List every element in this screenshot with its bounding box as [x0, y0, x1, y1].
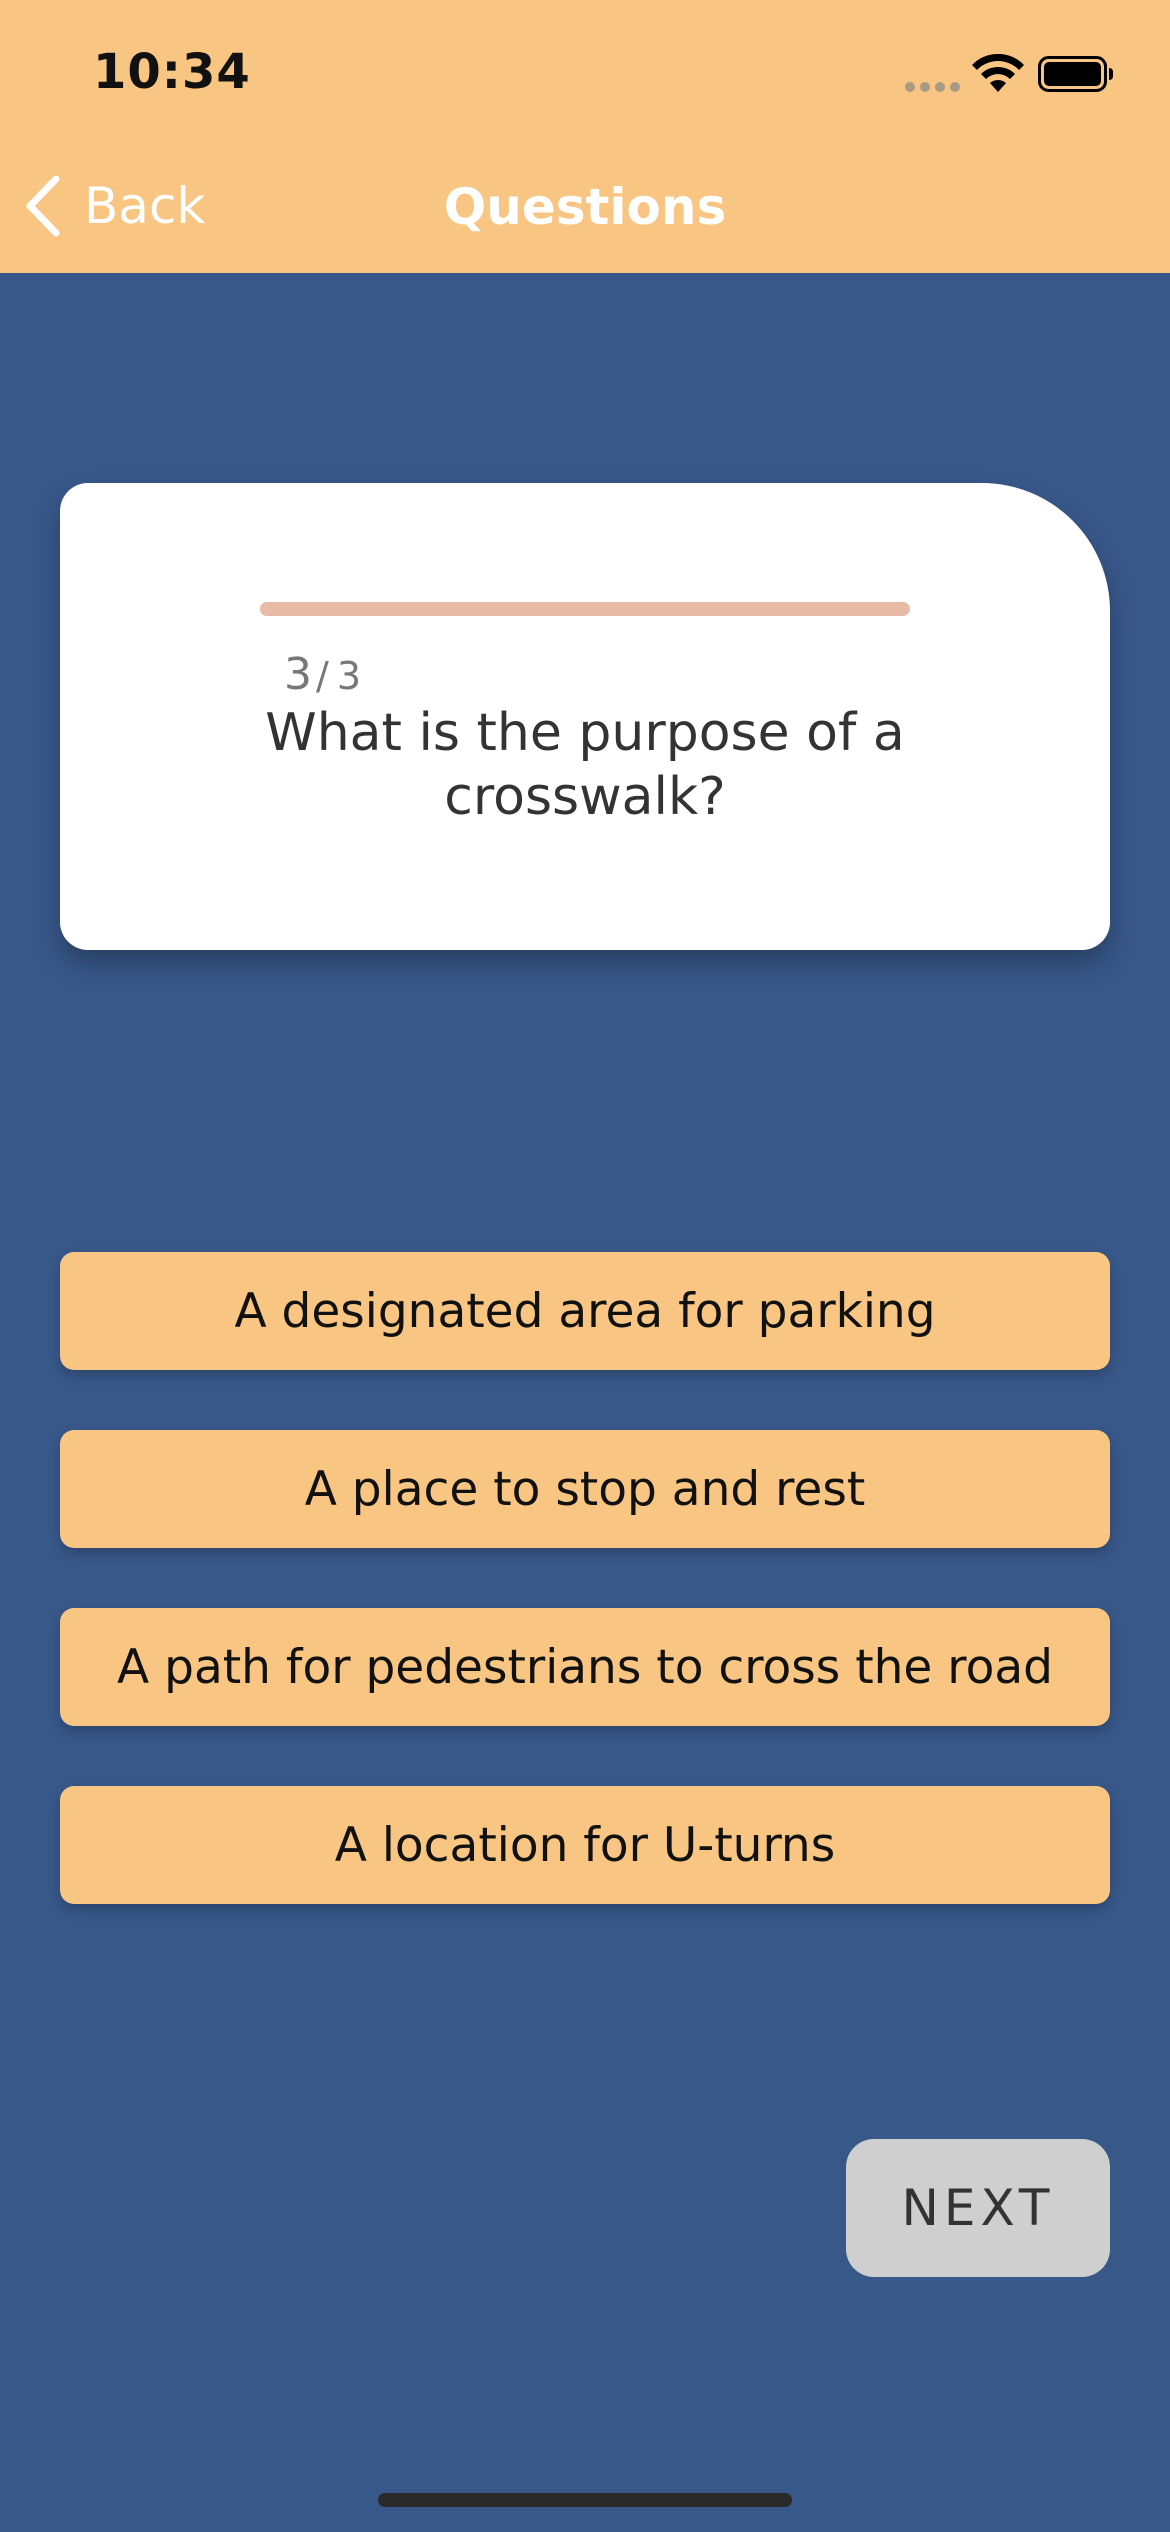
navigation-bar: Back Questions [0, 140, 1170, 273]
answer-option-1[interactable]: A designated area for parking [60, 1252, 1110, 1370]
question-progress-bar [260, 602, 910, 616]
question-total-number: 3 [336, 654, 361, 698]
question-progress-fill [260, 602, 910, 616]
question-counter: 3 / 3 [284, 649, 361, 700]
status-bar: 10:34 [0, 0, 1170, 140]
status-time: 10:34 [93, 44, 251, 100]
battery-icon [1038, 56, 1113, 92]
question-text: What is the purpose of a crosswalk? [265, 703, 905, 827]
answer-option-4[interactable]: A location for U-turns [60, 1786, 1110, 1904]
page-title: Questions [443, 178, 727, 236]
wifi-icon [972, 54, 1024, 92]
answer-option-2[interactable]: A place to stop and rest [60, 1430, 1110, 1548]
question-current-number: 3 [284, 649, 312, 700]
answer-option-3[interactable]: A path for pedestrians to cross the road [60, 1608, 1110, 1726]
question-counter-separator: / [316, 654, 329, 698]
signal-dots-icon [905, 82, 961, 92]
question-card: 3 / 3 What is the purpose of a crosswalk… [60, 483, 1110, 950]
next-button[interactable]: NEXT [846, 2139, 1110, 2277]
home-indicator [378, 2493, 792, 2507]
